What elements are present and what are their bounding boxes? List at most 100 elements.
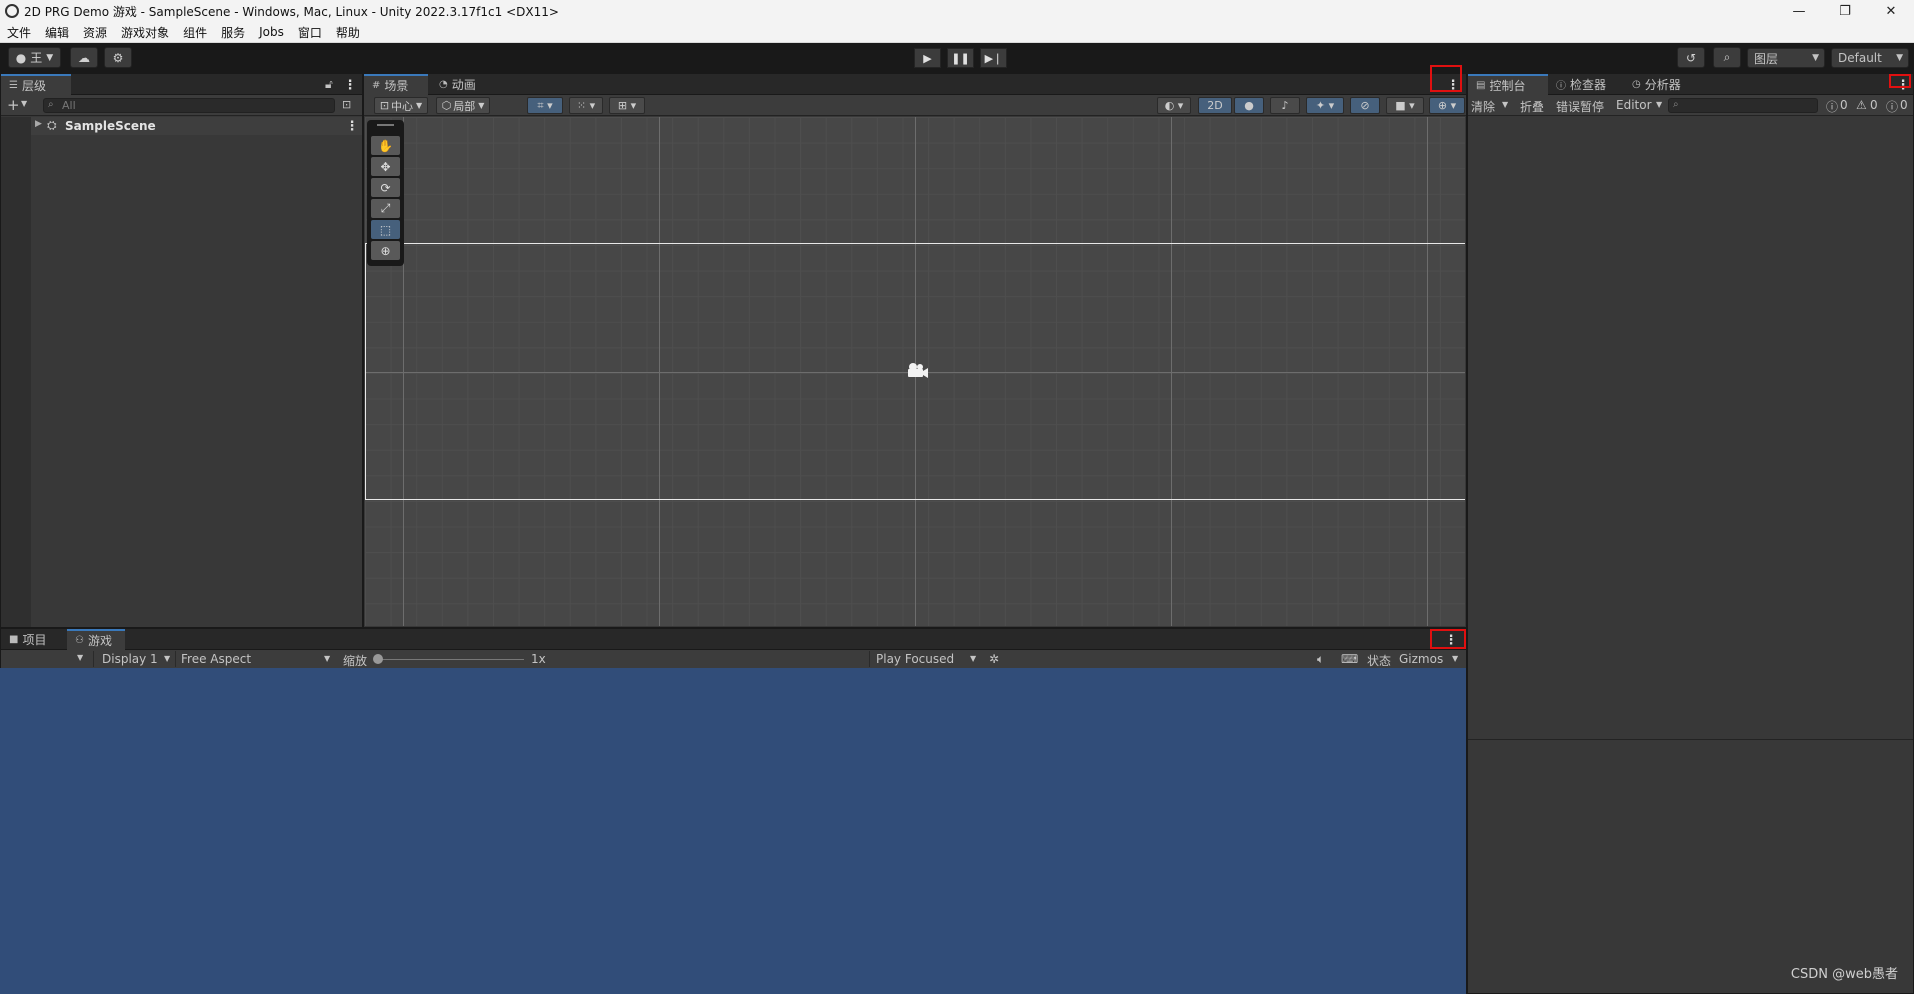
scene-tabbar: # 场景 ◔ 动画 ⋮ (364, 65, 1466, 95)
highlight-box (1889, 74, 1911, 88)
menu-assets[interactable]: 资源 (83, 24, 107, 41)
chevron-down-icon[interactable]: ▼ (21, 99, 27, 108)
gear-icon: ⚙ (112, 50, 124, 65)
rotate-tool[interactable]: ⟳ (371, 178, 400, 197)
list-item[interactable]: ▶ ⛭ SampleScene ⋮ (31, 117, 362, 135)
step-button[interactable]: ▶❘ (980, 48, 1007, 68)
bug-icon[interactable]: ✲ (989, 652, 999, 666)
watermark-text: CSDN @web愚者 (1790, 967, 1898, 982)
console-tabbar: ▤ 控制台 ⓘ 检查器 ◷ 分析器 ⋮ (1468, 74, 1913, 95)
tab-game-label: 游戏 (87, 634, 112, 648)
menu-file[interactable]: 文件 (7, 24, 31, 41)
menu-window[interactable]: 窗口 (298, 24, 322, 41)
camera-settings-button[interactable]: ■ ▾ (1386, 97, 1424, 114)
console-panel: ▤ 控制台 ⓘ 检查器 ◷ 分析器 ⋮ 清除 ▼ 折叠 错误暂停 Editor … (1467, 73, 1914, 994)
error-icon[interactable]: ⓘ (1886, 98, 1898, 115)
clear-button[interactable]: 清除 (1471, 98, 1495, 115)
move-tool[interactable]: ✥ (371, 157, 400, 176)
scene-item-menu-icon[interactable]: ⋮ (345, 118, 359, 134)
maximize-button[interactable]: ❐ (1822, 0, 1868, 22)
display-dropdown[interactable]: Display 1 ▼ (93, 651, 175, 667)
hierarchy-menu-icon[interactable]: ⋮ (343, 77, 357, 93)
audio-toggle[interactable]: ♪ (1270, 97, 1300, 114)
menu-component[interactable]: 组件 (183, 24, 207, 41)
draw-mode-button[interactable]: ◐ ▾ (1157, 97, 1191, 114)
transform-tool[interactable]: ⊕ (371, 241, 400, 260)
chevron-down-icon[interactable]: ▼ (77, 653, 83, 662)
chevron-down-icon[interactable]: ▼ (1502, 100, 1508, 109)
search-button[interactable]: ⌕ (1713, 47, 1741, 68)
console-divider[interactable] (1468, 739, 1913, 740)
lighting-toggle[interactable]: ● (1234, 97, 1264, 114)
editor-dropdown[interactable]: Editor ▼ (1616, 98, 1668, 113)
console-search-input[interactable]: ⌕ (1668, 98, 1818, 113)
drag-handle-icon[interactable] (377, 124, 394, 126)
snap-increment-button[interactable]: ⁙ ▾ (569, 97, 603, 114)
cloud-button[interactable]: ☁ (70, 47, 98, 68)
undo-history-button[interactable]: ↺ (1677, 47, 1705, 68)
effects-toggle[interactable]: ✦ ▾ (1306, 97, 1344, 114)
grid-snap-button[interactable]: ⌗ ▾ (527, 97, 563, 114)
speaker-icon[interactable]: 🔈︎ (1317, 652, 1324, 667)
scale-tool[interactable]: ⤢ (371, 199, 400, 218)
tab-hierarchy-label: 层级 (21, 79, 46, 93)
layout-dropdown[interactable]: Default ▼ (1831, 48, 1909, 68)
scene-view[interactable] (365, 117, 1465, 626)
play-button[interactable]: ▶ (914, 48, 941, 68)
lock-icon[interactable]: 🔓︎ (325, 77, 333, 92)
menu-jobs[interactable]: Jobs (259, 25, 284, 39)
scene-search-icon[interactable]: ⊡ (342, 98, 351, 111)
collapse-button[interactable]: 折叠 (1520, 98, 1544, 115)
game-view[interactable] (0, 668, 1466, 994)
scene-visibility-toggle[interactable]: ⊘ (1350, 97, 1380, 114)
keyboard-icon[interactable]: ⌨ (1341, 652, 1358, 666)
expand-arrow-icon[interactable]: ▶ (35, 119, 42, 129)
scale-slider-thumb[interactable] (373, 654, 383, 664)
rotate-icon: ⟳ (380, 180, 391, 195)
scale-slider-track[interactable] (376, 659, 524, 660)
tab-project[interactable]: ■ 项目 (1, 629, 67, 650)
menu-help[interactable]: 帮助 (336, 24, 360, 41)
tab-hierarchy[interactable]: ☰ 层级 (1, 74, 71, 95)
layout-label: Default (1838, 51, 1882, 65)
rect-tool[interactable]: ⬚ (371, 220, 400, 239)
2d-mode-button[interactable]: 2D (1198, 97, 1232, 114)
gizmos-button[interactable]: Gizmos (1399, 652, 1443, 666)
add-icon[interactable]: + (7, 96, 20, 114)
unity-scene-icon: ⛭ (47, 118, 57, 132)
chevron-down-icon[interactable]: ▼ (1452, 654, 1458, 663)
gizmos-toggle[interactable]: ⊕ ▾ (1429, 97, 1465, 114)
menu-gameobject[interactable]: 游戏对象 (121, 24, 169, 41)
tab-animation[interactable]: ◔ 动画 (431, 74, 495, 95)
tab-scene[interactable]: # 场景 (364, 74, 428, 95)
hierarchy-search-box[interactable]: ⌕ All (43, 98, 335, 113)
pause-button[interactable]: ❚❚ (947, 48, 974, 68)
hand-tool[interactable]: ✋ (371, 136, 400, 155)
aspect-label: Free Aspect (181, 652, 252, 666)
menu-edit[interactable]: 编辑 (45, 24, 69, 41)
tab-game[interactable]: ⚇ 游戏 (67, 629, 125, 650)
close-button[interactable]: ✕ (1868, 0, 1914, 22)
camera-gizmo-icon[interactable] (905, 361, 929, 381)
error-pause-button[interactable]: 错误暂停 (1556, 98, 1604, 115)
tab-profiler[interactable]: ◷ 分析器 (1624, 74, 1704, 95)
stats-button[interactable]: 状态 (1367, 652, 1391, 669)
tab-console[interactable]: ▤ 控制台 (1468, 74, 1548, 95)
tab-inspector[interactable]: ⓘ 检查器 (1548, 74, 1624, 95)
ruler-button[interactable]: ⊞ ▾ (609, 97, 645, 114)
menu-services[interactable]: 服务 (221, 24, 245, 41)
play-focused-dropdown[interactable]: Play Focused ▼ (869, 651, 981, 667)
layers-dropdown[interactable]: 图层 ▼ (1747, 48, 1825, 68)
globe-icon: ⊕ ▾ (1437, 99, 1457, 112)
space-toggle[interactable]: ⬡ 局部 ▼ (436, 97, 490, 114)
pivot-toggle[interactable]: ⊡ 中心 ▼ (374, 97, 428, 114)
info-count-icon[interactable]: ⓘ (1826, 98, 1838, 115)
minimize-button[interactable]: — (1776, 0, 1822, 22)
aspect-dropdown[interactable]: Free Aspect ▼ (175, 651, 335, 667)
warning-icon[interactable]: ⚠ (1856, 98, 1867, 112)
highlight-box (1430, 65, 1462, 92)
account-button[interactable]: ● 王 ▼ (8, 47, 61, 68)
search-icon: ⌕ (1723, 50, 1731, 64)
transform-icon: ⊕ (380, 243, 391, 258)
collab-settings-button[interactable]: ⚙ (104, 47, 132, 68)
